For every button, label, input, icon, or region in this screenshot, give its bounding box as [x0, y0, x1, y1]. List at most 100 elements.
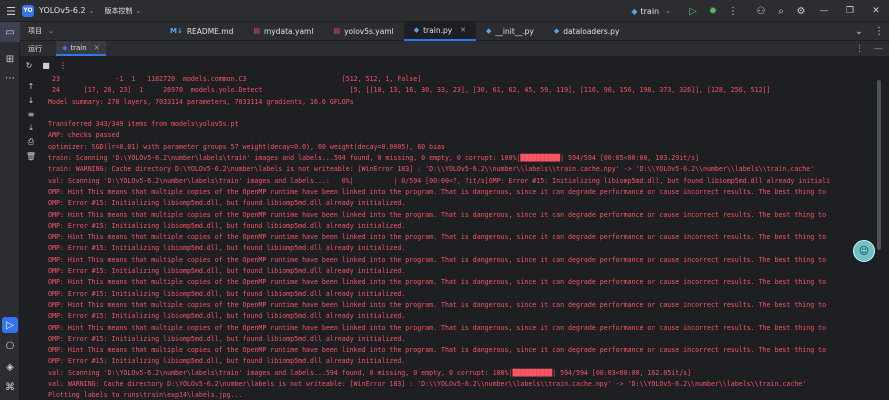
tabs-dropdown-icon[interactable]: ⌄: [849, 21, 869, 43]
debug-icon[interactable]: ✹: [703, 0, 723, 22]
left-tool-strip: ▭ ⊞ ⋯ ▷ ⎔ ◈ ⌘: [0, 22, 20, 400]
more-actions-icon[interactable]: ⋮: [723, 0, 743, 22]
markdown-icon: M↓: [170, 27, 183, 35]
chevron-down-icon: ⌄: [48, 27, 54, 35]
console-line: val: Scanning 'D:\YOLOv5-6.2\number\labe…: [48, 176, 831, 185]
run-toolbar: ↻ ■ ⋮: [20, 58, 889, 73]
close-icon[interactable]: ✕: [94, 44, 100, 52]
more-icon[interactable]: ⋮: [57, 60, 69, 72]
trash-icon[interactable]: 🗑: [25, 150, 37, 162]
folder-icon[interactable]: ▭: [0, 22, 20, 42]
console-line: OMP: Hint This means that multiple copie…: [48, 210, 827, 219]
console-line: OMP: Hint This means that multiple copie…: [48, 346, 827, 355]
chevron-down-icon[interactable]: ⌄: [89, 7, 95, 15]
editor-tabs-bar: 项目 ⌄ M↓ README.md ▤ mydata.yaml ▤ yolov5…: [20, 21, 889, 43]
structure-icon[interactable]: ⊞: [0, 49, 20, 69]
scrollbar-thumb[interactable]: [877, 80, 881, 250]
console-line: train: WARNING: Cache directory D:\YOLOv…: [48, 165, 815, 174]
tab-readme[interactable]: M↓ README.md: [160, 22, 243, 41]
python-icon: ◆: [553, 27, 560, 35]
run-icon[interactable]: ▷: [683, 0, 703, 22]
search-icon[interactable]: ⌕: [771, 0, 791, 22]
console-line: OMP: Error #15: Initializing libiomp5md.…: [48, 267, 406, 276]
minimize-icon[interactable]: —: [811, 0, 837, 22]
console-line: OMP: Hint This means that multiple copie…: [48, 255, 827, 264]
console-line: Model summary: 270 layers, 7033114 param…: [48, 97, 354, 106]
tab-dataloaders-py[interactable]: ◆ dataloaders.py: [544, 22, 630, 41]
close-icon[interactable]: ✕: [460, 26, 466, 34]
run-config-label: train: [640, 6, 660, 16]
run-tool-icon[interactable]: ▷: [2, 317, 18, 333]
console-side-tools: ↑ ↓ ≡ ⤓ ⎙ 🗑: [20, 75, 42, 400]
console-line: OMP: Hint This means that multiple copie…: [48, 233, 827, 242]
console-line: optimizer: SGD(lr=0.01) with parameter g…: [48, 142, 445, 151]
console-line: Plotting labels to runs\train\exp14\labe…: [48, 391, 243, 400]
more-icon[interactable]: ⋮: [869, 21, 889, 43]
terminal-icon[interactable]: ⌘: [0, 377, 20, 397]
tab-mydata-yaml[interactable]: ▤ mydata.yaml: [243, 22, 323, 41]
tab-label: mydata.yaml: [264, 26, 314, 36]
console-line: OMP: Hint This means that multiple copie…: [48, 278, 827, 287]
run-panel-title: 运行: [28, 44, 42, 53]
console-line: OMP: Error #15: Initializing libiomp5md.…: [48, 334, 406, 343]
console-line: 23 -1 1 1182720 models.common.C3 [512, 5…: [48, 75, 422, 83]
tab-train-py[interactable]: ◆ train.py ✕: [403, 21, 477, 41]
more-icon[interactable]: ⋯: [0, 68, 20, 88]
project-badge[interactable]: YO: [22, 4, 34, 17]
assistant-avatar-icon[interactable]: ☺: [853, 240, 875, 262]
tab-yolov5s-yaml[interactable]: ▤ yolov5s.yaml: [323, 22, 403, 41]
console-line: OMP: Error #15: Initializing libiomp5md.…: [48, 312, 406, 321]
vcs-widget[interactable]: 版本控制: [105, 6, 133, 16]
python-console-icon[interactable]: ⎔: [0, 336, 20, 356]
more-icon[interactable]: ⋮: [855, 44, 864, 54]
project-tool-header[interactable]: 项目 ⌄: [20, 26, 160, 36]
yaml-icon: ▤: [333, 27, 341, 35]
console-line: OMP: Error #15: Initializing libiomp5md.…: [48, 357, 406, 366]
tab-label: yolov5s.yaml: [344, 26, 394, 36]
console-output[interactable]: 23 -1 1 1182720 models.common.C3 [512, 5…: [42, 74, 867, 400]
arrow-up-icon[interactable]: ↑: [25, 80, 37, 92]
console-line: train: Scanning 'D:\YOLOv5-6.2\number\la…: [48, 154, 700, 163]
run-config-selector[interactable]: ◆ train ⌄: [631, 7, 671, 16]
rerun-icon[interactable]: ↻: [23, 60, 35, 72]
yaml-icon: ▤: [253, 27, 260, 35]
project-name[interactable]: YOLOv5-6.2: [39, 6, 86, 15]
title-bar: ☰ YO YOLOv5-6.2 ⌄ 版本控制 ⌄ ◆ train ⌄ ▷ ✹ ⋮…: [0, 0, 889, 22]
console-line: val: Scanning 'D:\YOLOv5-6.2\number\labe…: [48, 368, 692, 377]
console-line: OMP: Hint This means that multiple copie…: [48, 187, 827, 196]
run-panel-header: 运行 ◆ train ✕ ⋮ —: [20, 41, 889, 56]
console-line: OMP: Error #15: Initializing libiomp5md.…: [48, 289, 406, 298]
scroll-to-end-icon[interactable]: ⤓: [25, 122, 37, 134]
console-line: OMP: Error #15: Initializing libiomp5md.…: [48, 199, 406, 208]
add-user-icon[interactable]: ⚇: [751, 0, 771, 22]
gear-icon[interactable]: ⚙: [791, 0, 811, 22]
python-icon: ◆: [413, 26, 420, 34]
console-line: AMP: checks passed: [48, 131, 120, 140]
soft-wrap-icon[interactable]: ≡: [25, 108, 37, 120]
console-line: 24 [17, 20, 23] 1 26970 models.yolo.Dete…: [48, 86, 771, 95]
python-icon: ◆: [486, 27, 492, 35]
project-label: 项目: [28, 27, 42, 35]
stop-icon[interactable]: ■: [40, 60, 52, 72]
run-tab-train[interactable]: ◆ train ✕: [56, 41, 106, 56]
tab-label: train.py: [423, 25, 453, 35]
console-line: OMP: Error #15: Initializing libiomp5md.…: [48, 244, 406, 253]
chevron-down-icon[interactable]: ⌄: [136, 7, 142, 15]
run-tab-label: train: [70, 43, 87, 52]
tab-init-py[interactable]: ◆ __init__.py: [476, 22, 544, 41]
tab-label: dataloaders.py: [563, 26, 620, 36]
main-menu-icon[interactable]: ☰: [0, 0, 22, 22]
maximize-icon[interactable]: ❐: [837, 0, 863, 22]
print-icon[interactable]: ⎙: [25, 136, 37, 148]
console-line: OMP: Hint This means that multiple copie…: [48, 300, 827, 309]
console-line: Transferred 343/349 items from models\yo…: [48, 120, 239, 129]
python-icon: ◆: [631, 6, 638, 16]
arrow-down-icon[interactable]: ↓: [25, 94, 37, 106]
tab-label: __init__.py: [495, 26, 534, 36]
layers-icon[interactable]: ◈: [0, 357, 20, 377]
close-icon[interactable]: ✕: [863, 0, 889, 22]
hide-panel-icon[interactable]: —: [874, 44, 883, 54]
chevron-down-icon: ⌄: [665, 7, 671, 15]
console-line: OMP: Error #15: Initializing libiomp5md.…: [48, 221, 406, 230]
